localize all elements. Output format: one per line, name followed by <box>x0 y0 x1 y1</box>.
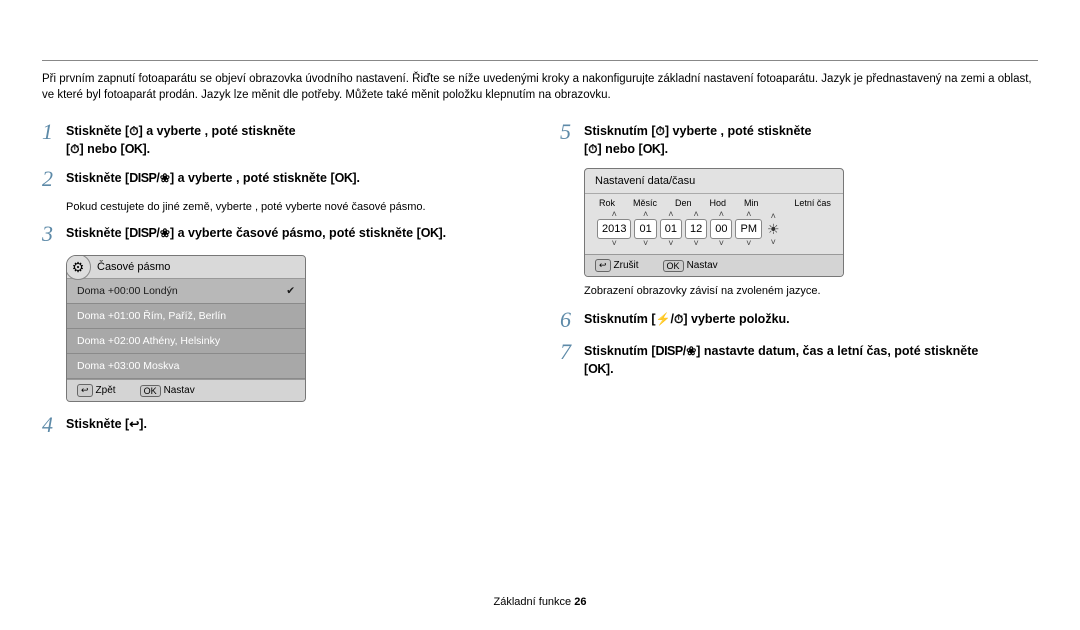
min-spinner[interactable]: ˄00˅ <box>710 210 732 248</box>
step-5: 5 Stisknutím [⏱] vyberte , poté stisknět… <box>560 121 1038 158</box>
disp-icon: DISP <box>129 226 156 240</box>
step-number: 7 <box>560 341 584 378</box>
step-number: 1 <box>42 121 66 158</box>
right-column: 5 Stisknutím [⏱] vyberte , poté stisknět… <box>560 121 1038 446</box>
step-text: Stiskněte [DISP/❀] a vyberte časové pásm… <box>66 223 446 245</box>
ok-key: OK <box>140 385 161 397</box>
dst-spinner[interactable]: ˄☀˅ <box>765 212 782 247</box>
back-icon: ↩ <box>77 384 93 397</box>
step-number: 4 <box>42 414 66 436</box>
day-spinner[interactable]: ˄01˅ <box>660 210 682 248</box>
panel-title: Časové pásmo <box>97 261 170 273</box>
ok-icon: OK <box>643 142 661 156</box>
dt-labels: Rok Měsíc Den Hod Min Letní čas <box>585 194 843 208</box>
step-7: 7 Stisknutím [DISP/❀] nastavte datum, ča… <box>560 341 1038 378</box>
step-6: 6 Stisknutím [⚡/⏱] vyberte položku. <box>560 309 1038 331</box>
set-button[interactable]: OK Nastav <box>663 259 718 272</box>
disp-icon: DISP <box>129 171 156 185</box>
step-text: Stiskněte [↩]. <box>66 414 147 436</box>
dt-row: ˄2013˅ ˄01˅ ˄01˅ ˄12˅ ˄00˅ ˄PM˅ ˄☀˅ <box>585 208 843 254</box>
timer-icon: ⏱ <box>588 142 597 156</box>
tz-row[interactable]: Doma +02:00 Athény, Helsinky <box>67 329 305 354</box>
hour-spinner[interactable]: ˄12˅ <box>685 210 707 248</box>
disp-icon: DISP <box>656 344 683 358</box>
tz-row-selected[interactable]: Doma +00:00 Londýn ✔ <box>67 279 305 304</box>
back-button[interactable]: ↩ Zpět <box>77 384 116 397</box>
step-text: Stisknutím [⏱] vyberte , poté stiskněte … <box>584 121 812 158</box>
datetime-panel: Nastavení data/času Rok Měsíc Den Hod Mi… <box>584 168 844 277</box>
check-icon: ✔ <box>286 285 295 297</box>
gear-icon: ⚙ <box>66 255 91 280</box>
ok-icon: OK <box>421 226 439 240</box>
display-note: Zobrazení obrazovky závisí na zvoleném j… <box>584 285 1038 297</box>
step-text: Stiskněte [DISP/❀] a vyberte , poté stis… <box>66 168 360 190</box>
back-icon: ↩ <box>129 417 139 431</box>
step-text: Stisknutím [⚡/⏱] vyberte položku. <box>584 309 790 331</box>
ok-icon: OK <box>588 362 606 376</box>
back-icon: ↩ <box>595 259 611 272</box>
timezone-panel: ⚙ Časové pásmo Doma +00:00 Londýn ✔ Doma… <box>66 255 306 402</box>
step-2: 2 Stiskněte [DISP/❀] a vyberte , poté st… <box>42 168 520 190</box>
ok-key: OK <box>663 260 684 272</box>
panel-header: ⚙ Časové pásmo <box>67 256 305 279</box>
step-number: 3 <box>42 223 66 245</box>
step-2-note: Pokud cestujete do jiné země, vyberte , … <box>66 200 520 215</box>
set-button[interactable]: OK Nastav <box>140 384 195 397</box>
ok-icon: OK <box>125 142 143 156</box>
tz-row[interactable]: Doma +01:00 Řím, Paříž, Berlín <box>67 304 305 329</box>
step-number: 6 <box>560 309 584 331</box>
cancel-button[interactable]: ↩ Zrušit <box>595 259 639 272</box>
timer-icon: ⏱ <box>129 124 138 138</box>
ampm-spinner[interactable]: ˄PM˅ <box>735 210 762 248</box>
timer-icon: ⏱ <box>656 124 665 138</box>
columns: 1 Stiskněte [⏱] a vyberte , poté stiskně… <box>42 121 1038 446</box>
step-3: 3 Stiskněte [DISP/❀] a vyberte časové pá… <box>42 223 520 245</box>
up-icon[interactable]: ˄ <box>612 210 617 219</box>
panel-title: Nastavení data/času <box>585 169 843 194</box>
flower-icon: ❀ <box>160 226 170 240</box>
intro-text: Při prvním zapnutí fotoaparátu se objeví… <box>42 71 1038 103</box>
timer-icon: ⏱ <box>70 142 79 156</box>
top-rule <box>42 60 1038 61</box>
panel-footer: ↩ Zpět OK Nastav <box>67 379 305 401</box>
left-column: 1 Stiskněte [⏱] a vyberte , poté stiskně… <box>42 121 520 446</box>
step-4: 4 Stiskněte [↩]. <box>42 414 520 436</box>
flower-icon: ❀ <box>686 344 696 358</box>
panel-footer: ↩ Zrušit OK Nastav <box>585 254 843 276</box>
down-icon[interactable]: ˅ <box>612 239 617 248</box>
tz-row[interactable]: Doma +03:00 Moskva <box>67 354 305 379</box>
step-number: 2 <box>42 168 66 190</box>
flower-icon: ❀ <box>160 171 170 185</box>
step-number: 5 <box>560 121 584 158</box>
page-footer: Základní funkce 26 <box>0 596 1080 608</box>
year-spinner[interactable]: ˄2013˅ <box>597 210 631 248</box>
step-1: 1 Stiskněte [⏱] a vyberte , poté stiskně… <box>42 121 520 158</box>
timer-icon: ⏱ <box>674 312 683 326</box>
month-spinner[interactable]: ˄01˅ <box>634 210 656 248</box>
bolt-icon: ⚡ <box>656 312 671 326</box>
ok-icon: OK <box>335 171 353 185</box>
sun-icon: ☀ <box>765 221 782 238</box>
step-text: Stisknutím [DISP/❀] nastavte datum, čas … <box>584 341 978 378</box>
step-text: Stiskněte [⏱] a vyberte , poté stiskněte… <box>66 121 296 158</box>
